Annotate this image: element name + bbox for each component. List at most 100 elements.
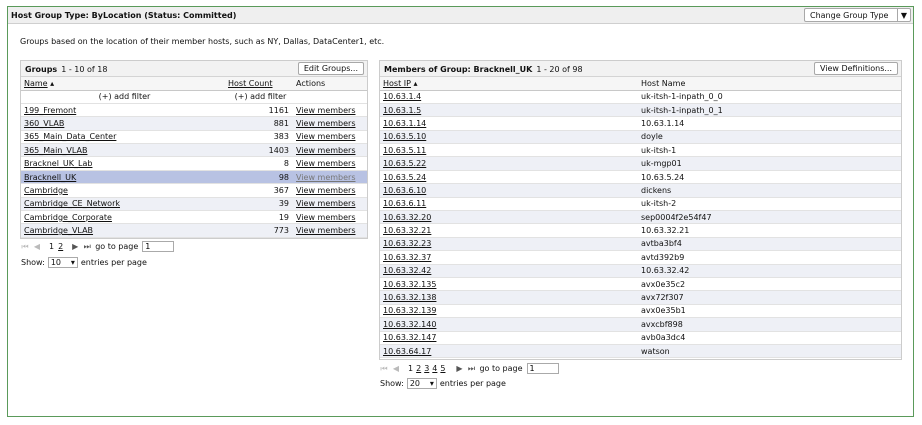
view-members-link[interactable]: View members — [293, 116, 367, 131]
page-link[interactable]: 2 — [416, 364, 421, 373]
table-row[interactable]: 10.63.32.23 avtba3bf4 — [380, 237, 901, 252]
group-name[interactable]: 365_Main_Data_Center — [21, 130, 225, 145]
host-ip[interactable]: 10.63.5.24 — [380, 170, 638, 185]
host-ip[interactable]: 10.63.32.135 — [380, 277, 638, 292]
host-ip[interactable]: 10.63.32.140 — [380, 317, 638, 332]
table-row[interactable]: 10.63.32.37 avtd392b9 — [380, 250, 901, 265]
host-ip[interactable]: 10.63.1.14 — [380, 116, 638, 131]
table-row[interactable]: Bracknel_UK_Lab 8 View members — [21, 156, 367, 171]
table-row[interactable]: 10.63.32.21 10.63.32.21 — [380, 223, 901, 238]
group-name[interactable]: Bracknel_UK_Lab — [21, 156, 225, 171]
edit-groups-button[interactable]: Edit Groups... — [297, 62, 364, 75]
table-row[interactable]: 10.63.1.5 uk-itsh-1-inpath_0_1 — [380, 103, 901, 118]
table-row[interactable]: 365_Main_Data_Center 383 View members — [21, 130, 367, 145]
view-members-link[interactable]: View members — [293, 130, 367, 145]
table-row[interactable]: 10.63.32.139 avx0e35b1 — [380, 304, 901, 319]
page-link[interactable]: 3 — [424, 364, 429, 373]
page-link[interactable]: 1 — [49, 242, 54, 251]
first-page-icon[interactable]: ⏮ — [380, 364, 388, 374]
view-members-link[interactable]: View members — [293, 197, 367, 212]
entries-per-page-label: entries per page — [439, 379, 506, 388]
entries-per-page-select[interactable]: 10 ▾ — [47, 257, 78, 268]
table-row[interactable]: Cambridge 367 View members — [21, 183, 367, 198]
last-page-icon[interactable]: ⏭ — [83, 242, 91, 252]
host-ip[interactable]: 10.63.1.4 — [380, 90, 638, 104]
host-ip[interactable]: 10.63.32.147 — [380, 331, 638, 345]
next-page-icon[interactable]: ▶ — [71, 242, 79, 251]
group-name[interactable]: Bracknell_UK — [21, 170, 225, 185]
host-ip[interactable]: 10.63.32.139 — [380, 304, 638, 319]
table-row[interactable]: 10.63.6.11 uk-itsh-2 — [380, 197, 901, 212]
host-ip[interactable]: 10.63.32.20 — [380, 210, 638, 225]
table-row[interactable]: 10.63.32.135 avx0e35c2 — [380, 277, 901, 292]
column-header-host-name[interactable]: Host Name — [638, 77, 901, 91]
table-row[interactable]: 360_VLAB 881 View members — [21, 116, 367, 131]
table-row[interactable]: Bracknell_UK 98 View members — [21, 170, 367, 185]
table-row[interactable]: 10.63.5.22 uk-mgp01 — [380, 156, 901, 171]
page-link[interactable]: 4 — [432, 364, 437, 373]
table-row[interactable]: 10.63.32.138 avx72f307 — [380, 290, 901, 305]
page-link[interactable]: 5 — [440, 364, 445, 373]
table-row[interactable]: 10.63.64.17 watson — [380, 344, 901, 359]
view-members-link[interactable]: View members — [293, 223, 367, 238]
view-members-link[interactable]: View members — [293, 103, 367, 118]
table-row[interactable]: 365_Main_VLAB 1403 View members — [21, 143, 367, 158]
table-row[interactable]: 10.63.32.147 avb0a3dc4 — [380, 331, 901, 345]
table-row[interactable]: 10.63.1.14 10.63.1.14 — [380, 116, 901, 131]
goto-page-input[interactable] — [142, 241, 175, 252]
column-header-host-count[interactable]: Host Count — [225, 77, 293, 91]
goto-page-input[interactable] — [526, 363, 559, 374]
host-ip[interactable]: 10.63.64.17 — [380, 344, 638, 359]
host-ip[interactable]: 10.63.6.10 — [380, 183, 638, 198]
table-row[interactable]: 10.63.5.24 10.63.5.24 — [380, 170, 901, 185]
host-ip[interactable]: 10.63.32.138 — [380, 290, 638, 305]
host-ip[interactable]: 10.63.32.21 — [380, 223, 638, 238]
table-row[interactable]: 10.63.5.10 doyle — [380, 130, 901, 145]
table-row[interactable]: 199_Fremont 1161 View members — [21, 103, 367, 118]
group-name[interactable]: 360_VLAB — [21, 116, 225, 131]
table-row[interactable]: Cambridge_VLAB 773 View members — [21, 223, 367, 238]
name-filter[interactable]: (+) add filter — [21, 90, 225, 104]
entries-per-page-select[interactable]: 20 ▾ — [406, 378, 437, 389]
host-ip[interactable]: 10.63.5.22 — [380, 156, 638, 171]
table-row[interactable]: Cambridge_CE_Network 39 View members — [21, 197, 367, 212]
page-link[interactable]: 1 — [408, 364, 413, 373]
column-header-host-ip[interactable]: Host IP ▴ — [380, 77, 638, 91]
first-page-icon[interactable]: ⏮ — [21, 242, 29, 252]
count-filter[interactable]: (+) add filter — [225, 90, 293, 104]
table-row[interactable]: 10.63.32.140 avxcbf898 — [380, 317, 901, 332]
view-definitions-button[interactable]: View Definitions... — [813, 62, 898, 75]
group-name[interactable]: Cambridge_Corporate — [21, 210, 225, 225]
view-members-link[interactable]: View members — [293, 210, 367, 225]
host-ip[interactable]: 10.63.6.11 — [380, 197, 638, 212]
group-name[interactable]: 199_Fremont — [21, 103, 225, 118]
view-members-link[interactable]: View members — [293, 170, 367, 185]
table-row[interactable]: 10.63.6.10 dickens — [380, 183, 901, 198]
chevron-down-icon[interactable]: ▼ — [897, 9, 910, 21]
change-group-type-button[interactable]: Change Group Type ▼ — [804, 8, 911, 22]
table-row[interactable]: 10.63.1.4 uk-itsh-1-inpath_0_0 — [380, 90, 901, 104]
last-page-icon[interactable]: ⏭ — [467, 364, 475, 374]
host-ip[interactable]: 10.63.32.23 — [380, 237, 638, 252]
table-row[interactable]: Cambridge_Corporate 19 View members — [21, 210, 367, 225]
prev-page-icon[interactable]: ◀ — [33, 242, 41, 251]
group-name[interactable]: Cambridge_CE_Network — [21, 197, 225, 212]
view-members-link[interactable]: View members — [293, 183, 367, 198]
host-ip[interactable]: 10.63.32.37 — [380, 250, 638, 265]
next-page-icon[interactable]: ▶ — [455, 364, 463, 373]
table-row[interactable]: 10.63.5.11 uk-itsh-1 — [380, 143, 901, 158]
prev-page-icon[interactable]: ◀ — [392, 364, 400, 373]
host-ip[interactable]: 10.63.1.5 — [380, 103, 638, 118]
table-row[interactable]: 10.63.32.42 10.63.32.42 — [380, 264, 901, 278]
group-name[interactable]: Cambridge_VLAB — [21, 223, 225, 238]
column-header-name[interactable]: Name ▴ — [21, 77, 225, 91]
host-ip[interactable]: 10.63.5.11 — [380, 143, 638, 158]
view-members-link[interactable]: View members — [293, 143, 367, 158]
host-ip[interactable]: 10.63.5.10 — [380, 130, 638, 145]
group-name[interactable]: Cambridge — [21, 183, 225, 198]
page-link[interactable]: 2 — [58, 242, 63, 251]
table-row[interactable]: 10.63.32.20 sep0004f2e54f47 — [380, 210, 901, 225]
host-ip[interactable]: 10.63.32.42 — [380, 264, 638, 278]
group-name[interactable]: 365_Main_VLAB — [21, 143, 225, 158]
view-members-link[interactable]: View members — [293, 156, 367, 171]
